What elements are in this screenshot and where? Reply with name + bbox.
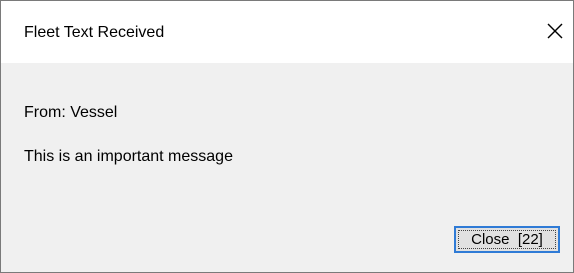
sender-label: From: Vessel — [24, 104, 118, 121]
close-button-label: Close [22] — [471, 231, 543, 248]
message-text: This is an important message — [24, 148, 233, 165]
window-title: Fleet Text Received — [24, 24, 165, 41]
close-icon-glyph — [547, 23, 563, 39]
title-bar[interactable]: Fleet Text Received — [1, 1, 573, 63]
close-icon[interactable] — [542, 18, 568, 44]
dialog-body: From: Vessel This is an important messag… — [1, 63, 573, 272]
fleet-text-dialog: Fleet Text Received From: Vessel This is… — [0, 0, 574, 273]
close-button[interactable]: Close [22] — [454, 226, 560, 253]
